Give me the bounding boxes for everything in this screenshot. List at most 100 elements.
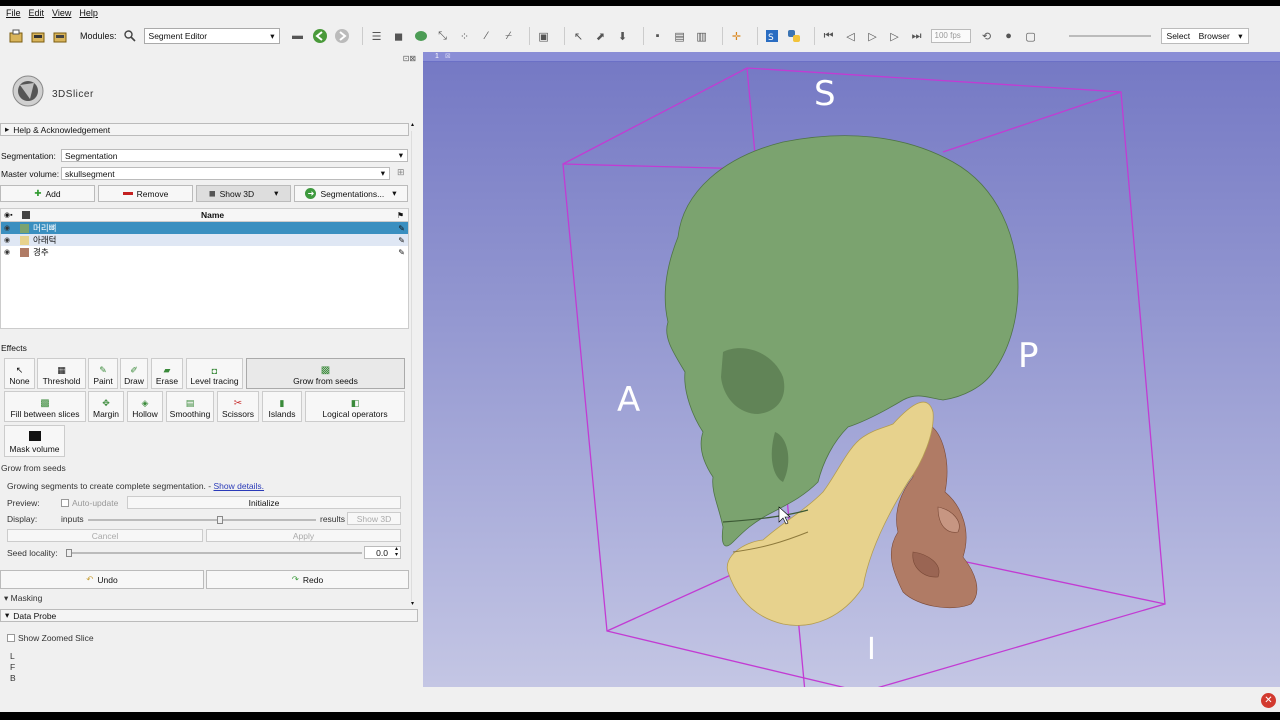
- error-log-icon[interactable]: ✕: [1261, 693, 1276, 708]
- module-search-icon[interactable]: [122, 28, 138, 44]
- grow-show-3d-button[interactable]: Show 3D: [347, 512, 401, 525]
- cancel-button[interactable]: Cancel: [7, 529, 203, 542]
- table-row[interactable]: ◉ 머리뼈 ✎: [1, 222, 408, 234]
- remove-segment-button[interactable]: Remove: [98, 185, 193, 202]
- show-details-link[interactable]: Show details.: [213, 481, 264, 491]
- slider-handle[interactable]: [217, 516, 223, 524]
- transforms-module-icon[interactable]: ⤡: [435, 28, 451, 44]
- effect-mask-volume-button[interactable]: Mask volume: [4, 425, 65, 457]
- record-icon[interactable]: ●: [1001, 28, 1017, 44]
- fps-field[interactable]: 100 fps: [930, 29, 971, 43]
- pencil-icon[interactable]: ✎: [398, 236, 405, 245]
- module-selector[interactable]: Segment Editor ▾: [143, 28, 280, 44]
- screenshot-icon[interactable]: ▪: [650, 28, 666, 44]
- module-list-icon[interactable]: ▬: [290, 28, 306, 44]
- sequence-slider[interactable]: [1068, 35, 1151, 37]
- masking-section-header[interactable]: ▾ Masking: [4, 593, 42, 604]
- effect-margin-button[interactable]: ✥ Margin: [88, 391, 124, 422]
- initialize-button[interactable]: Initialize: [127, 496, 401, 509]
- effect-threshold-button[interactable]: ▦ Threshold: [37, 358, 86, 389]
- markups-module-icon[interactable]: ⁘: [457, 28, 473, 44]
- add-segment-button[interactable]: ✚ Add: [0, 185, 95, 202]
- play-icon[interactable]: ▷: [865, 28, 881, 44]
- eye-icon[interactable]: ◉: [4, 248, 12, 256]
- spin-arrows-icon[interactable]: ▴ ▾: [395, 546, 398, 558]
- panel-close-icon[interactable]: ⊡⊠: [403, 54, 416, 63]
- python-console-icon[interactable]: [786, 28, 802, 44]
- table-row[interactable]: ◉ 경추 ✎: [1, 246, 408, 258]
- data-module-icon[interactable]: ☰: [369, 28, 385, 44]
- editor-module-icon[interactable]: ⁄: [479, 28, 495, 44]
- effect-level-tracing-button[interactable]: ◘ Level tracing: [186, 358, 243, 389]
- crosshair-icon[interactable]: ✛: [729, 28, 745, 44]
- segmentations-button[interactable]: ➜ Segmentations... ▾: [294, 185, 408, 202]
- show-zoomed-slice-checkbox[interactable]: Show Zoomed Slice: [7, 633, 94, 643]
- save-data-icon[interactable]: [52, 28, 68, 44]
- last-frame-icon[interactable]: ⏭: [909, 28, 925, 44]
- place-fiducial-icon[interactable]: ⬈: [593, 28, 609, 44]
- effect-paint-button[interactable]: ✎ Paint: [88, 358, 118, 389]
- apply-button[interactable]: Apply: [206, 529, 401, 542]
- effect-logical-operators-button[interactable]: ◧ Logical operators: [305, 391, 405, 422]
- undo-button[interactable]: ↶ Undo: [0, 570, 204, 589]
- segment-color-swatch[interactable]: [20, 223, 29, 233]
- redo-button[interactable]: ↷ Redo: [206, 570, 409, 589]
- scroll-up-icon[interactable]: ▴: [411, 121, 414, 128]
- effect-scissors-button[interactable]: ✂ Scissors: [217, 391, 259, 422]
- place-line-icon[interactable]: ⬇: [615, 28, 631, 44]
- 3d-scene[interactable]: [423, 52, 1280, 687]
- eye-icon[interactable]: ◉: [4, 236, 12, 244]
- scroll-down-icon[interactable]: ▾: [411, 600, 414, 607]
- segment-color-swatch[interactable]: [20, 247, 29, 257]
- extension-manager-icon[interactable]: S: [764, 28, 780, 44]
- models-module-icon[interactable]: [413, 28, 429, 44]
- table-row[interactable]: ◉ 아래턱 ✎: [1, 234, 408, 246]
- help-section-header[interactable]: ▸ Help & Acknowledgement: [0, 123, 409, 136]
- pencil-icon[interactable]: ✎: [398, 248, 405, 257]
- segmentation-selector[interactable]: Segmentation ▾: [61, 149, 408, 162]
- menu-edit[interactable]: Edit: [29, 8, 45, 18]
- layout-icon[interactable]: ▣: [536, 28, 552, 44]
- data-probe-header[interactable]: ▾ Data Probe: [0, 609, 418, 622]
- load-dicom-icon[interactable]: [30, 28, 46, 44]
- volumes-module-icon[interactable]: ◼: [391, 28, 407, 44]
- mouse-pointer-icon[interactable]: ↖: [571, 28, 587, 44]
- menu-help[interactable]: Help: [79, 8, 98, 18]
- effect-fill-between-slices-button[interactable]: ▩ Fill between slices: [4, 391, 86, 422]
- snapshot-icon[interactable]: ▢: [1023, 28, 1039, 44]
- panel-scrollbar[interactable]: ▴ ▾: [410, 121, 418, 607]
- loop-icon[interactable]: ⟲: [979, 28, 995, 44]
- 3d-view[interactable]: 1 ⊠ S P A I: [423, 52, 1280, 687]
- menu-file[interactable]: File: [6, 8, 21, 18]
- previous-frame-icon[interactable]: ◁: [843, 28, 859, 44]
- eye-icon[interactable]: ◉: [4, 224, 12, 232]
- pencil-icon[interactable]: ✎: [398, 224, 405, 233]
- first-frame-icon[interactable]: ⏮: [821, 28, 837, 44]
- scene-view-icon[interactable]: ▤: [672, 28, 688, 44]
- seed-locality-spinbox[interactable]: 0.0 ▴ ▾: [364, 546, 401, 559]
- next-frame-icon[interactable]: ▷: [887, 28, 903, 44]
- auto-update-checkbox[interactable]: Auto-update: [61, 498, 118, 508]
- effect-grow-from-seeds-button[interactable]: ▩ Grow from seeds: [246, 358, 405, 389]
- segment-editor-module-icon[interactable]: ⌿: [501, 28, 517, 44]
- effect-smoothing-button[interactable]: ▤ Smoothing: [166, 391, 214, 422]
- show-3d-button[interactable]: ◼ Show 3D ▾: [196, 185, 291, 202]
- effect-none-button[interactable]: ↖ None: [4, 358, 35, 389]
- load-data-icon[interactable]: [8, 28, 24, 44]
- volume-geometry-icon[interactable]: ⊞: [397, 167, 405, 178]
- browser-selector[interactable]: Select Browser ▾: [1160, 28, 1249, 44]
- forward-arrow-icon[interactable]: [334, 28, 350, 44]
- menu-view[interactable]: View: [52, 8, 71, 18]
- effect-hollow-button[interactable]: ◈ Hollow: [127, 391, 163, 422]
- effect-erase-button[interactable]: ▰ Erase: [151, 358, 183, 389]
- slice-view-icon[interactable]: ▥: [694, 28, 710, 44]
- effect-islands-button[interactable]: ▮ Islands: [262, 391, 302, 422]
- slider-handle[interactable]: [66, 549, 72, 557]
- segment-color-swatch[interactable]: [20, 235, 29, 245]
- seed-locality-slider[interactable]: [66, 549, 362, 557]
- master-volume-selector[interactable]: skullsegment ▾: [61, 167, 390, 180]
- scroll-thumb[interactable]: [411, 131, 417, 601]
- display-slider[interactable]: [88, 516, 316, 524]
- back-arrow-icon[interactable]: [312, 28, 328, 44]
- effect-draw-button[interactable]: ✐ Draw: [120, 358, 148, 389]
